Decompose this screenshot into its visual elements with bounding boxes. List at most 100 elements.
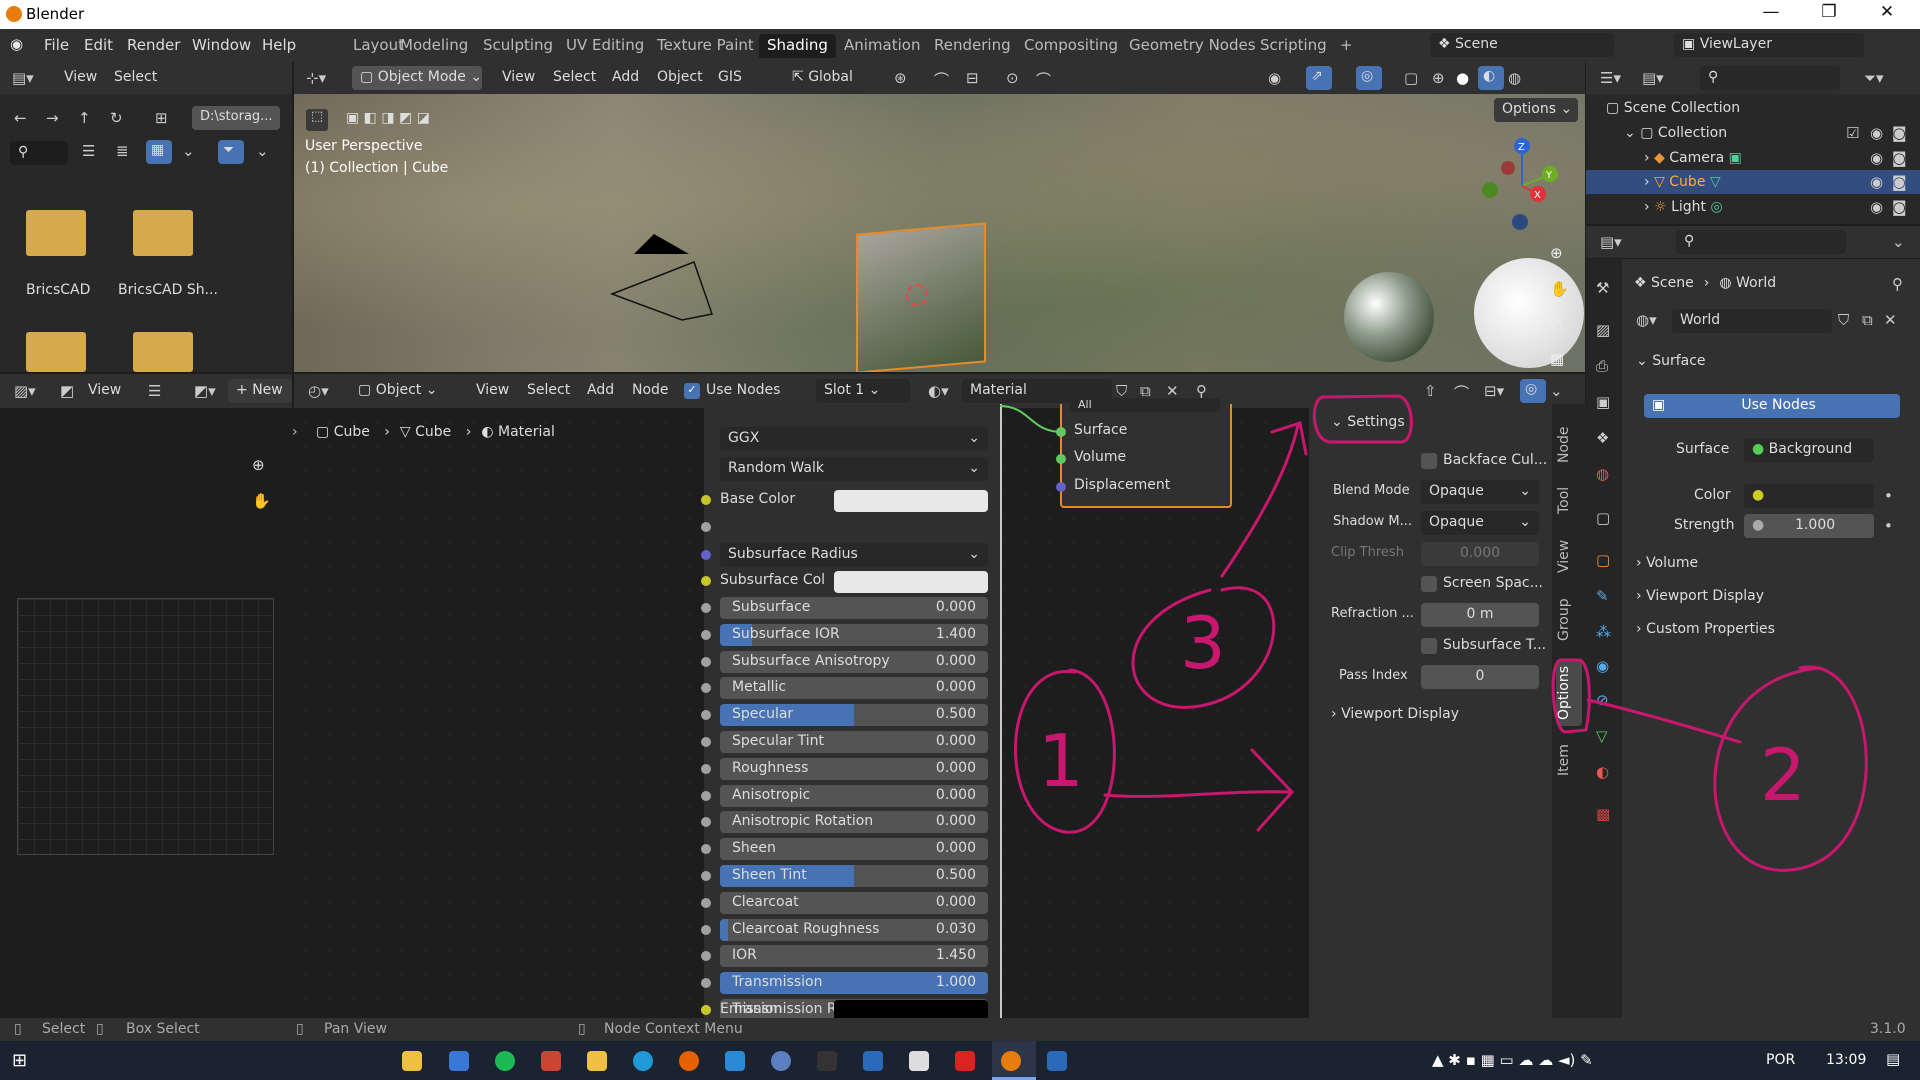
snap-icon[interactable]: ⌒: [1454, 382, 1469, 403]
backface-culling-checkbox[interactable]: [1421, 453, 1437, 469]
ortho-grid-icon[interactable]: ▦: [1550, 350, 1564, 368]
tab-uv-editing[interactable]: UV Editing: [558, 34, 652, 58]
blender-taskbar-icon[interactable]: [1001, 1051, 1021, 1071]
thumbnail-view-icon[interactable]: ▦: [146, 140, 172, 164]
detail-view-icon[interactable]: ≣: [116, 142, 129, 160]
modifier-tab-icon[interactable]: ✎: [1596, 587, 1609, 605]
folder-icon[interactable]: [26, 210, 86, 256]
ne-menu-node[interactable]: Node: [632, 382, 669, 398]
xray-icon[interactable]: ▢: [1404, 69, 1418, 87]
shadow-mode-dropdown[interactable]: Opaque ⌄: [1421, 511, 1539, 535]
visibility-icon[interactable]: ◉: [1268, 69, 1281, 87]
view-layer-selector[interactable]: ▣ ViewLayer: [1674, 33, 1864, 57]
clock[interactable]: 13:09: [1826, 1052, 1866, 1068]
menu-edit[interactable]: Edit: [84, 36, 113, 54]
tab-tool[interactable]: Tool: [1556, 480, 1582, 520]
taskbar-app-icon[interactable]: [402, 1051, 422, 1071]
vp-menu-gis[interactable]: GIS: [718, 69, 742, 85]
surface-shader-field[interactable]: ● Background: [1744, 438, 1874, 462]
blend-mode-dropdown[interactable]: Opaque ⌄: [1421, 480, 1539, 504]
edge-icon[interactable]: [633, 1051, 653, 1071]
camera-render-icon[interactable]: ◙: [1892, 124, 1907, 142]
tab-modeling[interactable]: Modeling: [392, 34, 476, 58]
view-layer-tab-icon[interactable]: ▣: [1596, 393, 1610, 411]
bsdf-field-metallic[interactable]: Metallic 0.000: [720, 677, 988, 699]
bsdf-field-sheen-tint[interactable]: Sheen Tint 0.500: [720, 865, 988, 887]
eye-icon[interactable]: ◉: [1870, 173, 1883, 191]
fake-user-icon[interactable]: ⛉: [1838, 311, 1849, 329]
viewport-display-header[interactable]: › Viewport Display: [1331, 706, 1459, 722]
editor-type-icon[interactable]: ▨▾: [14, 382, 36, 400]
vscode-icon[interactable]: [725, 1051, 745, 1071]
menu-help[interactable]: Help: [262, 36, 296, 54]
pan-hand-icon[interactable]: ✋: [1550, 280, 1569, 298]
bsdf-field-subsurface-anisotropy[interactable]: Subsurface Anisotropy 0.000: [720, 651, 988, 673]
editor-type-icon[interactable]: ▤▾: [1600, 233, 1622, 251]
menu-window[interactable]: Window: [192, 36, 251, 54]
tab-shading[interactable]: Shading: [759, 34, 836, 58]
parent-node-icon[interactable]: ⇧: [1424, 382, 1437, 400]
pivot-icon[interactable]: ⊛: [894, 69, 907, 87]
shader-type-dropdown[interactable]: ▢ Object ⌄: [350, 379, 462, 403]
tab-scripting[interactable]: Scripting: [1252, 34, 1335, 58]
chevron-down-icon[interactable]: ⌄: [182, 142, 195, 160]
zoom-icon[interactable]: ⊕: [252, 456, 265, 474]
pin-icon[interactable]: ⚲: [1892, 275, 1903, 293]
field-socket[interactable]: [701, 737, 711, 747]
use-nodes-checkbox[interactable]: ✓: [684, 383, 700, 399]
exclude-checkbox-icon[interactable]: ☑: [1846, 124, 1859, 142]
taskbar-app-icon[interactable]: [449, 1051, 469, 1071]
bsdf-field-ior[interactable]: IOR 1.450: [720, 945, 988, 967]
ne-menu-view[interactable]: View: [476, 382, 509, 398]
filter-icon[interactable]: ⏷: [218, 140, 244, 164]
path-field[interactable]: D:\storag...: [192, 106, 280, 130]
vp-menu-add[interactable]: Add: [612, 69, 639, 85]
select-mode-icons[interactable]: ▣ ◧ ◨ ◩ ◪: [346, 110, 430, 126]
bsdf-field-subsurface-ior[interactable]: Subsurface IOR 1.400: [720, 624, 988, 646]
bsdf-field-transmission[interactable]: Transmission 1.000: [720, 972, 988, 994]
camera-render-icon[interactable]: ◙: [1892, 149, 1907, 167]
scene-selector[interactable]: ❖ Scene: [1430, 33, 1614, 57]
image-browse-icon[interactable]: ◩▾: [194, 382, 216, 400]
outliner-item-camera[interactable]: › ◆ Camera ▣: [1644, 150, 1742, 166]
duplicate-icon[interactable]: ⧉: [1862, 311, 1873, 329]
taskbar-app-icon[interactable]: [541, 1051, 561, 1071]
firefox-icon[interactable]: [679, 1051, 699, 1071]
forward-icon[interactable]: →: [46, 109, 59, 127]
new-folder-icon[interactable]: ⊞: [155, 109, 168, 127]
terminal-icon[interactable]: [817, 1051, 837, 1071]
fb-menu-select[interactable]: Select: [114, 69, 157, 85]
base-color-swatch[interactable]: [834, 490, 988, 512]
collection-tab-icon[interactable]: ▢: [1596, 509, 1610, 527]
menu-file[interactable]: File: [44, 36, 69, 54]
world-browse-icon[interactable]: ◍▾: [1636, 311, 1657, 329]
world-name-field[interactable]: World: [1672, 309, 1832, 333]
keyframe-dot-icon[interactable]: •: [1884, 487, 1893, 505]
vp-menu-select[interactable]: Select: [553, 69, 596, 85]
editor-type-icon[interactable]: ◴▾: [308, 382, 329, 400]
chevron-down-icon[interactable]: ⌄: [1892, 233, 1905, 251]
tab-rendering[interactable]: Rendering: [926, 34, 1019, 58]
ie-menu-view[interactable]: View: [88, 382, 121, 398]
displacement-socket[interactable]: [1056, 482, 1066, 492]
back-icon[interactable]: ←: [14, 109, 27, 127]
taskbar-app-icon[interactable]: [1047, 1051, 1067, 1071]
bsdf-field-sheen[interactable]: Sheen 0.000: [720, 838, 988, 860]
overlay-chevron-icon[interactable]: ⌄: [1550, 382, 1563, 400]
overlay-icon[interactable]: ◎: [1356, 66, 1382, 90]
volume-panel-header[interactable]: › Volume: [1636, 555, 1698, 571]
object-mode-dropdown[interactable]: ▢ Object Mode ⌄: [352, 66, 482, 90]
volume-socket[interactable]: [1056, 454, 1066, 464]
taskbar-app-icon[interactable]: [863, 1051, 883, 1071]
tool-tab-icon[interactable]: ⚒: [1596, 279, 1609, 297]
display-mode-icon[interactable]: ▤▾: [1642, 69, 1664, 87]
bsdf-field-clearcoat-roughness[interactable]: Clearcoat Roughness 0.030: [720, 919, 988, 941]
constraints-tab-icon[interactable]: ⊘: [1596, 691, 1609, 709]
output-target-dropdown[interactable]: All: [1070, 398, 1220, 412]
tab-sculpting[interactable]: Sculpting: [475, 34, 561, 58]
base-color-socket[interactable]: [701, 495, 711, 505]
menu-hamburger-icon[interactable]: ☰: [148, 382, 161, 400]
rendered-shading-icon[interactable]: ◍: [1508, 69, 1521, 87]
folder-icon[interactable]: [26, 332, 86, 372]
viewport-display-panel-header[interactable]: › Viewport Display: [1636, 588, 1764, 604]
